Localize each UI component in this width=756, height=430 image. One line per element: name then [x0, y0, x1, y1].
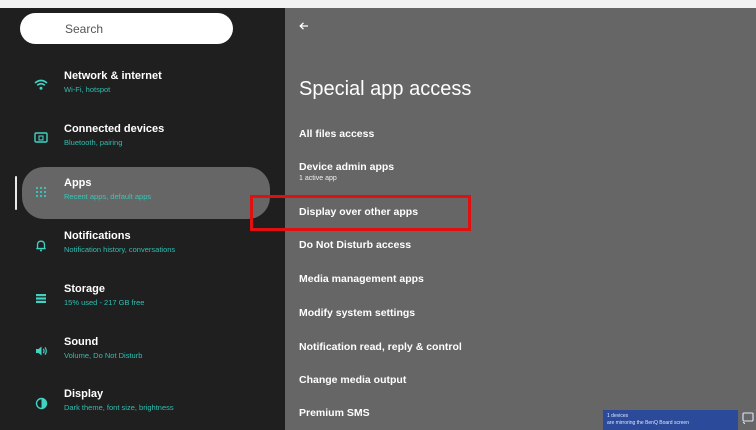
list-item-modify-system-settings[interactable]: Modify system settings: [299, 307, 739, 319]
list-item-do-not-disturb-access[interactable]: Do Not Disturb access: [299, 239, 739, 251]
list-item-media-management-apps[interactable]: Media management apps: [299, 273, 739, 285]
sidebar-item-sublabel: Recent apps, default apps: [64, 192, 152, 201]
sidebar-item-connected-devices[interactable]: Connected devices Bluetooth, pairing: [0, 113, 285, 163]
sidebar-item-sublabel: 15% used - 217 GB free: [64, 298, 145, 307]
sidebar-item-label: Apps: [64, 177, 92, 189]
settings-window: Search Network & internet Wi-Fi, hotspot: [0, 8, 756, 430]
sidebar-item-notifications[interactable]: Notifications Notification history, conv…: [0, 220, 285, 270]
wifi-icon: [33, 77, 49, 93]
list-item-label: All files access: [299, 128, 375, 140]
list-item-device-admin-apps[interactable]: Device admin apps 1 active app: [299, 161, 739, 182]
list-item-label: Notification read, reply & control: [299, 341, 462, 353]
search-placeholder: Search: [65, 21, 104, 36]
selection-indicator: [15, 176, 17, 210]
list-item-label: Modify system settings: [299, 307, 416, 319]
sidebar-item-label: Connected devices: [64, 123, 165, 135]
sidebar-item-sublabel: Bluetooth, pairing: [64, 138, 123, 147]
bell-icon: [33, 237, 49, 253]
search-input[interactable]: Search: [20, 13, 233, 44]
red-highlight-box: [250, 195, 471, 231]
devices-icon: [33, 130, 49, 146]
mirroring-notification[interactable]: 1 devices are mirroring the BenQ Board s…: [603, 410, 738, 430]
sidebar-item-storage[interactable]: Storage 15% used - 217 GB free: [0, 273, 285, 323]
sidebar-item-label: Network & internet: [64, 70, 162, 82]
list-item-label: Device admin apps: [299, 161, 395, 173]
sidebar-item-sublabel: Wi-Fi, hotspot: [64, 85, 111, 94]
sidebar-item-label: Storage: [64, 283, 105, 295]
list-item-label: Do Not Disturb access: [299, 239, 412, 251]
volume-icon: [33, 343, 49, 359]
toast-line2: are mirroring the BenQ Board screen: [607, 420, 689, 426]
sidebar-item-sublabel: Dark theme, font size, brightness: [64, 403, 174, 412]
sidebar-item-label: Display: [64, 388, 104, 400]
sidebar-item-network-internet[interactable]: Network & internet Wi-Fi, hotspot: [0, 60, 285, 110]
list-item-label: Premium SMS: [299, 407, 370, 419]
list-item-sublabel: 1 active app: [299, 175, 337, 182]
list-item-change-media-output[interactable]: Change media output: [299, 374, 739, 386]
back-arrow-icon[interactable]: [299, 19, 309, 33]
toast-line1: 1 devices: [607, 413, 629, 419]
list-item-label: Change media output: [299, 374, 407, 386]
sidebar-item-label: Sound: [64, 336, 99, 348]
sidebar: Search Network & internet Wi-Fi, hotspot: [0, 8, 285, 430]
sidebar-item-apps[interactable]: Apps Recent apps, default apps: [0, 167, 285, 219]
list-item-all-files-access[interactable]: All files access: [299, 128, 739, 140]
cast-icon[interactable]: [742, 412, 756, 428]
sidebar-item-sound[interactable]: Sound Volume, Do Not Disturb: [0, 326, 285, 376]
list-item-notification-read-reply-control[interactable]: Notification read, reply & control: [299, 341, 739, 353]
sidebar-item-display[interactable]: Display Dark theme, font size, brightnes…: [0, 378, 285, 428]
sidebar-item-sublabel: Volume, Do Not Disturb: [64, 351, 143, 360]
sidebar-item-sublabel: Notification history, conversations: [64, 245, 176, 254]
storage-icon: [33, 290, 49, 306]
list-item-label: Media management apps: [299, 273, 424, 285]
apps-grid-icon: [33, 184, 49, 200]
page-title: Special app access: [299, 78, 472, 100]
sidebar-item-label: Notifications: [64, 230, 131, 242]
display-icon: [33, 395, 49, 411]
